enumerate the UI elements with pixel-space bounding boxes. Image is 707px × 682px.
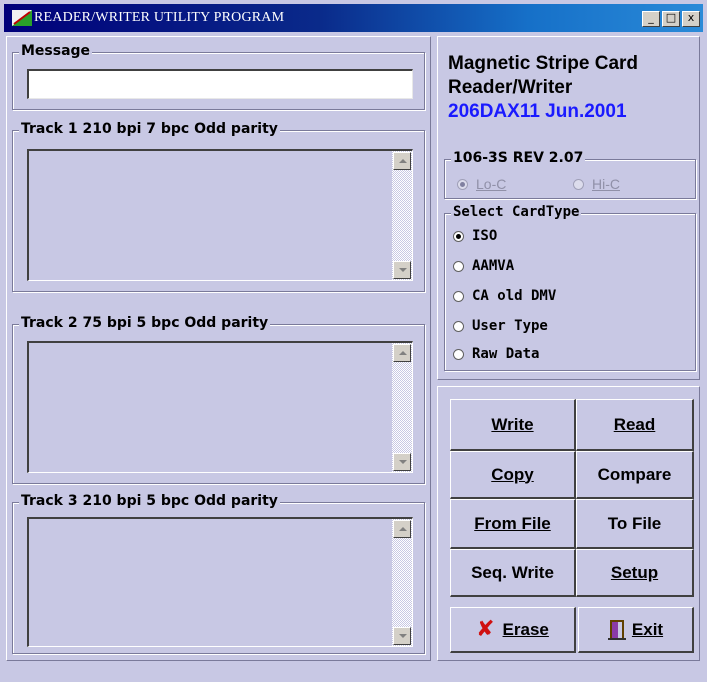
arrow-down-icon — [399, 268, 407, 272]
cardtype-label: Select CardType — [451, 204, 582, 220]
app-icon — [12, 10, 32, 26]
cardtype-group: Select CardType ISO AAMVA CA old DMV Use… — [444, 204, 696, 371]
scroll-down-button[interactable] — [393, 261, 411, 279]
from-file-button[interactable]: From File — [450, 499, 576, 549]
exit-button[interactable]: Exit — [578, 607, 694, 653]
radio-ca-old-dmv[interactable]: CA old DMV — [453, 288, 556, 304]
track2-scrollbar[interactable] — [392, 343, 412, 472]
track2-label: Track 2 75 bpi 5 bpc Odd parity — [19, 315, 271, 331]
maximize-button[interactable]: □ — [662, 11, 680, 27]
scroll-up-button[interactable] — [393, 520, 411, 538]
setup-button[interactable]: Setup — [576, 549, 694, 597]
track3-group: Track 3 210 bpi 5 bpc Odd parity — [12, 493, 425, 654]
track3-textarea[interactable] — [27, 517, 413, 647]
arrow-up-icon — [399, 159, 407, 163]
window-title: READER/WRITER UTILITY PROGRAM — [34, 10, 285, 25]
track3-scrollbar[interactable] — [392, 519, 412, 646]
radio-user-type[interactable]: User Type — [453, 318, 548, 334]
exit-door-icon — [607, 619, 626, 640]
scroll-down-button[interactable] — [393, 453, 411, 471]
close-button[interactable]: x — [682, 11, 700, 27]
track3-label: Track 3 210 bpi 5 bpc Odd parity — [19, 493, 280, 509]
radio-iso[interactable]: ISO — [453, 228, 497, 244]
track1-group: Track 1 210 bpi 7 bpc Odd parity — [12, 121, 425, 292]
track2-group: Track 2 75 bpi 5 bpc Odd parity — [12, 315, 425, 484]
compare-button[interactable]: Compare — [576, 451, 694, 499]
product-title-line2: Reader/Writer — [448, 77, 573, 98]
copy-button[interactable]: Copy — [450, 451, 576, 499]
arrow-down-icon — [399, 460, 407, 464]
track1-textarea[interactable] — [27, 149, 413, 281]
scroll-up-button[interactable] — [393, 152, 411, 170]
action-panel: Write Read Copy Compare From File To Fil… — [437, 386, 700, 661]
info-panel: Magnetic Stripe Card Reader/Writer 206DA… — [437, 36, 700, 380]
erase-button[interactable]: ✘ Erase — [450, 607, 576, 653]
seq-write-button[interactable]: Seq. Write — [450, 549, 576, 597]
track2-textarea[interactable] — [27, 341, 413, 473]
arrow-up-icon — [399, 351, 407, 355]
to-file-button[interactable]: To File — [576, 499, 694, 549]
radio-aamva[interactable]: AAMVA — [453, 258, 514, 274]
erase-x-icon: ✘ — [476, 617, 495, 642]
arrow-up-icon — [399, 527, 407, 531]
track1-scrollbar[interactable] — [392, 151, 412, 280]
firmware-version: 206DAX11 Jun.2001 — [448, 101, 627, 122]
message-group: Message — [12, 43, 425, 110]
radio-hi-c[interactable]: Hi-C — [573, 176, 620, 192]
coercivity-group: 106-3S REV 2.07 Lo-C Hi-C — [444, 150, 696, 199]
minimize-button[interactable]: _ — [642, 11, 660, 27]
scroll-down-button[interactable] — [393, 627, 411, 645]
radio-lo-c[interactable]: Lo-C — [457, 176, 506, 192]
message-field[interactable] — [27, 69, 413, 99]
radio-raw-data[interactable]: Raw Data — [453, 346, 539, 362]
scroll-up-button[interactable] — [393, 344, 411, 362]
message-label: Message — [19, 43, 93, 59]
title-bar: READER/WRITER UTILITY PROGRAM _ □ x — [4, 4, 703, 32]
product-title-line1: Magnetic Stripe Card — [448, 53, 639, 74]
coercivity-label: 106-3S REV 2.07 — [451, 150, 586, 166]
arrow-down-icon — [399, 634, 407, 638]
write-button[interactable]: Write — [450, 399, 576, 451]
read-button[interactable]: Read — [576, 399, 694, 451]
track1-label: Track 1 210 bpi 7 bpc Odd parity — [19, 121, 280, 137]
